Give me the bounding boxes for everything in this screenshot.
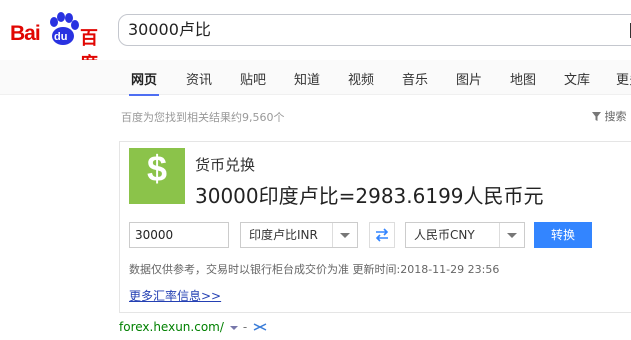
search-input[interactable]: 30000卢比: [118, 14, 631, 46]
swap-arrows-icon: [375, 228, 389, 242]
dropdown-arrow-icon[interactable]: [229, 326, 238, 330]
to-currency-select[interactable]: 人民币CNY: [405, 222, 525, 248]
snapshot-icon[interactable]: [253, 323, 267, 331]
tab-web[interactable]: 网页: [128, 69, 160, 96]
funnel-icon: [592, 112, 601, 121]
disclaimer-note: 数据仅供参考，交易时以银行柜台成交价为准 更新时间:2018-11-29 23:…: [129, 263, 500, 276]
source-url[interactable]: forex.hexun.com/: [119, 320, 224, 334]
swap-button[interactable]: [369, 222, 395, 248]
tab-tieba[interactable]: 贴吧: [240, 69, 266, 88]
more-rates-link[interactable]: 更多汇率信息>>: [129, 287, 221, 304]
nav-tabs: 网页 资讯 贴吧 知道 视频 音乐 图片 地图 文库 更多: [0, 60, 631, 96]
tab-map[interactable]: 地图: [510, 69, 536, 88]
amount-input[interactable]: 30000: [129, 222, 229, 248]
chevron-down-icon: [499, 223, 524, 247]
tab-music[interactable]: 音乐: [402, 69, 428, 88]
search-query: 30000卢比: [128, 20, 211, 39]
from-currency-select[interactable]: 印度卢比INR: [240, 222, 358, 248]
currency-converter-card: $ 货币兑换 30000印度卢比=2983.6199人民币元 30000 印度卢…: [119, 141, 631, 313]
from-currency-value: 印度卢比INR: [249, 228, 318, 242]
dollar-icon: $: [129, 148, 185, 204]
tab-video[interactable]: 视频: [348, 69, 374, 88]
search-tools-label: 搜索: [604, 110, 627, 123]
tab-zhidao[interactable]: 知道: [294, 69, 320, 88]
card-title: 货币兑换: [195, 156, 256, 174]
tab-more[interactable]: 更多: [616, 69, 631, 88]
source-separator: -: [242, 320, 248, 334]
tab-news[interactable]: 资讯: [186, 69, 212, 88]
logo-bai-text: Bai: [10, 22, 41, 45]
tab-images[interactable]: 图片: [456, 69, 482, 88]
chevron-down-icon: [332, 223, 357, 247]
search-tools[interactable]: 搜索: [592, 108, 627, 124]
conversion-result: 30000印度卢比=2983.6199人民币元: [195, 184, 544, 208]
logo-du-text: du: [54, 31, 68, 43]
header: Bai du 百度 30000卢比: [0, 0, 631, 75]
result-count: 百度为您找到相关结果约9,560个: [121, 111, 285, 124]
tab-wenku[interactable]: 文库: [564, 69, 590, 88]
baidu-logo[interactable]: Bai du 百度: [6, 10, 110, 75]
source-line: forex.hexun.com/ -: [119, 320, 267, 334]
convert-button[interactable]: 转换: [534, 222, 592, 248]
to-currency-value: 人民币CNY: [414, 228, 475, 242]
